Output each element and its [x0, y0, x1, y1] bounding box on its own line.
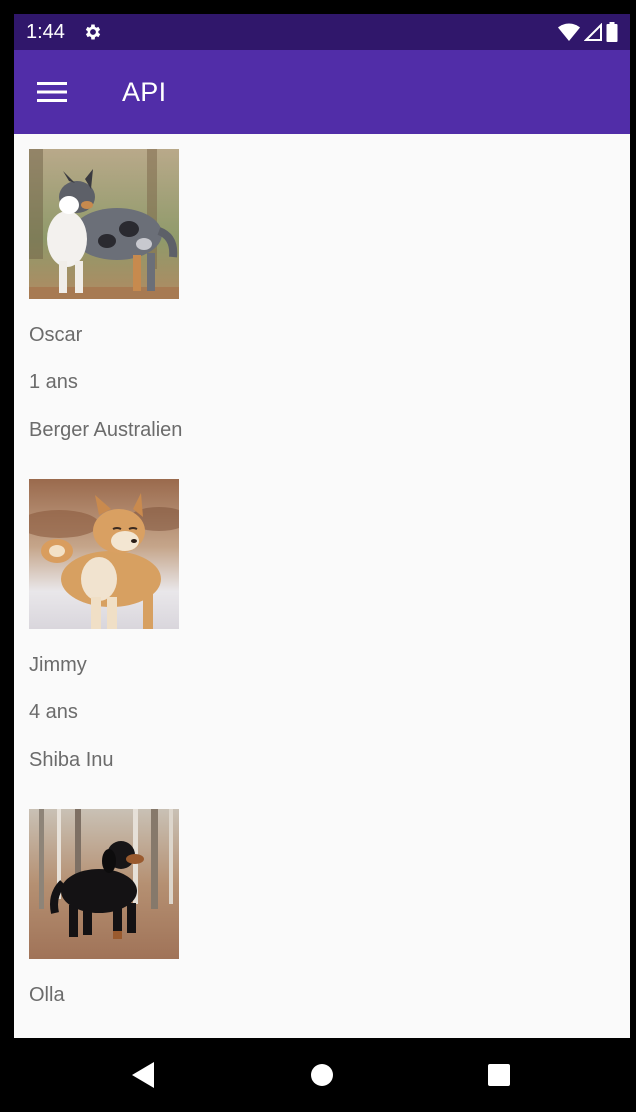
device-frame: 1:44 API Oscar 1 ans Berger Australien J…: [0, 0, 636, 1112]
australian-shepherd-photo: [29, 149, 179, 299]
dog-name: Oscar: [29, 324, 83, 346]
black-dog-photo: [29, 809, 179, 959]
battery-icon: [606, 22, 618, 42]
status-time: 1:44: [26, 21, 65, 43]
app-bar: API: [14, 50, 630, 134]
dog-list[interactable]: Oscar 1 ans Berger Australien Jimmy 4 an…: [14, 134, 630, 1038]
home-button[interactable]: [305, 1058, 339, 1092]
menu-button[interactable]: [30, 70, 74, 114]
screen: 1:44 API Oscar 1 ans Berger Australien J…: [14, 14, 630, 1038]
dog-list-item[interactable]: Jimmy 4 ans Shiba Inu: [29, 479, 429, 771]
status-icons: [558, 22, 618, 42]
dog-breed: Shiba Inu: [29, 749, 114, 771]
dog-breed: Berger Australien: [29, 419, 183, 441]
wifi-icon: [558, 23, 580, 41]
recents-icon: [488, 1064, 510, 1086]
back-icon: [132, 1062, 154, 1088]
dog-name: Olla: [29, 984, 65, 1006]
status-bar: 1:44: [14, 14, 630, 50]
home-icon: [311, 1064, 333, 1086]
recents-button[interactable]: [482, 1058, 516, 1092]
app-title: API: [122, 77, 167, 107]
dog-list-item[interactable]: Oscar 1 ans Berger Australien: [29, 149, 429, 441]
navigation-bar: [0, 1038, 636, 1112]
gear-icon: [85, 24, 101, 40]
dog-age: 1 ans: [29, 371, 78, 393]
back-button[interactable]: [126, 1058, 160, 1092]
dog-age: 4 ans: [29, 701, 78, 723]
dog-name: Jimmy: [29, 654, 87, 676]
dog-list-item[interactable]: Olla: [29, 809, 429, 1006]
signal-icon: [584, 23, 602, 41]
hamburger-menu-icon: [37, 82, 67, 102]
shiba-inu-photo: [29, 479, 179, 629]
